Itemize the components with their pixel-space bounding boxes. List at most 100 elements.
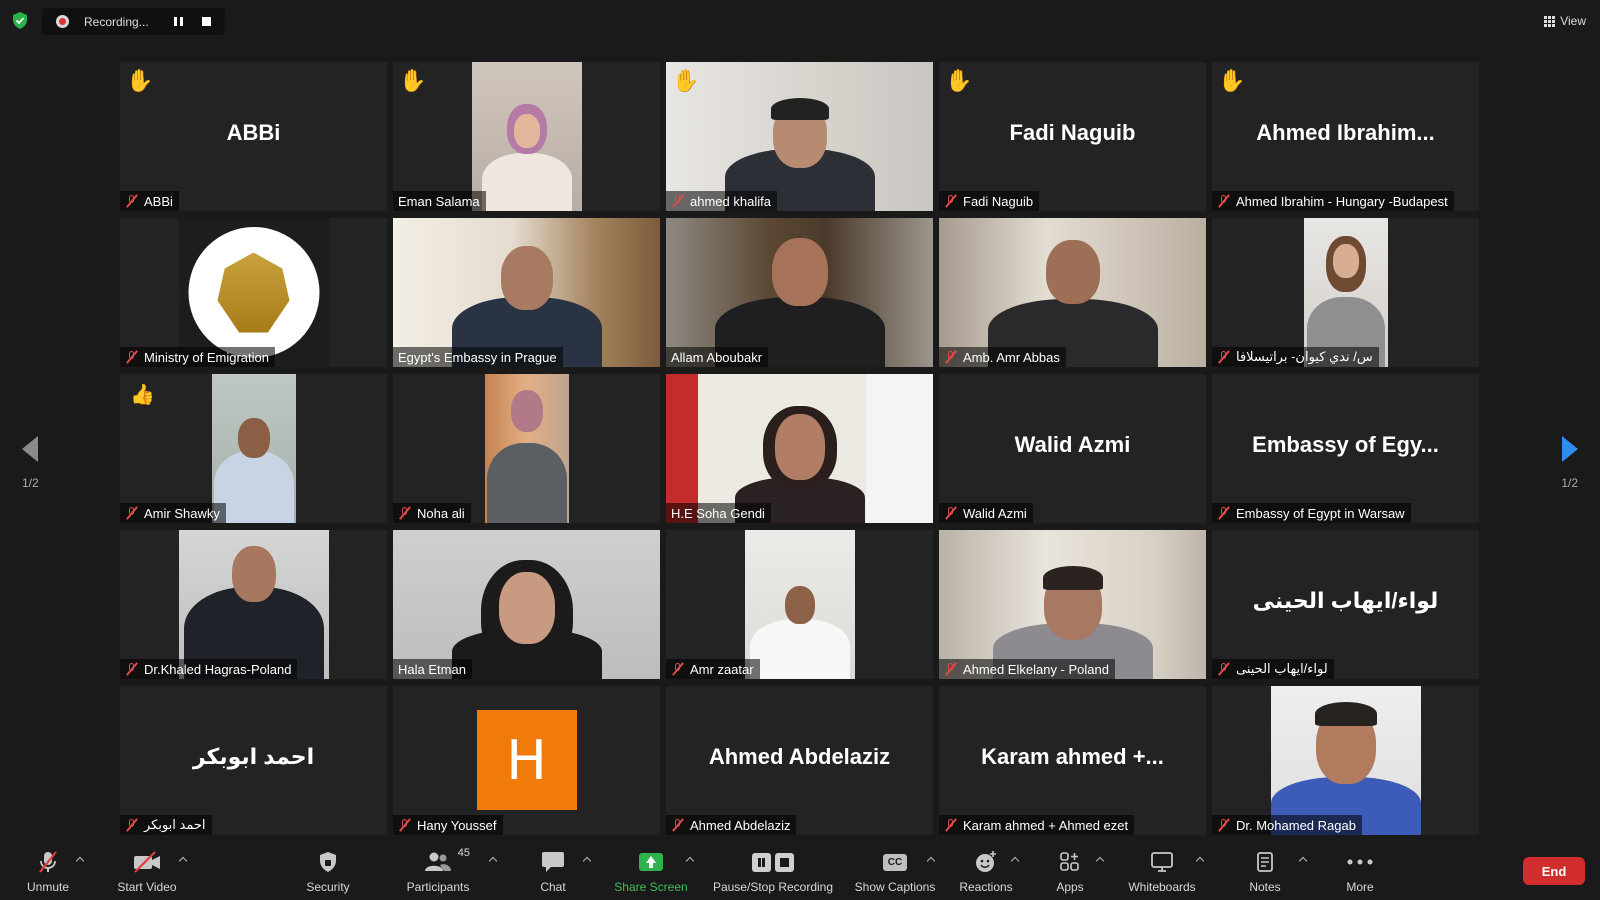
view-label: View [1560,14,1586,28]
top-bar: Recording... View [0,0,1600,42]
participant-name: Walid Azmi [963,505,1027,521]
participant-tile[interactable]: Embassy of Egy... Embassy of Egypt in Wa… [1212,374,1479,523]
show-captions-button[interactable]: CC Show Captions [850,845,940,900]
view-button[interactable]: View [1544,10,1586,32]
video-gallery: ✋ ABBi ABBi ✋ Eman Salama ✋ ahmed khalif… [120,62,1480,838]
participants-button[interactable]: 45 Participants [398,845,478,900]
participant-tile[interactable]: Walid Azmi Walid Azmi [939,374,1206,523]
participant-tile[interactable]: ✋ Fadi Naguib Fadi Naguib [939,62,1206,211]
participant-tile[interactable]: Hala Etman [393,530,660,679]
participants-options-caret[interactable] [488,855,498,865]
participant-tile[interactable]: Ahmed Abdelaziz Ahmed Abdelaziz [666,686,933,835]
participant-tile[interactable]: ✋ Eman Salama [393,62,660,211]
participant-video [178,530,329,679]
end-meeting-button[interactable]: End [1523,857,1585,885]
whiteboards-button[interactable]: Whiteboards [1122,845,1202,900]
participant-display-name: Karam ahmed +... [981,744,1164,769]
participant-name: Eman Salama [398,193,480,209]
video-options-caret[interactable] [178,855,188,865]
chat-label: Chat [540,880,566,894]
recording-indicator: Recording... [42,8,225,35]
participant-name-label: H.E Soha Gendi [666,503,771,523]
page-indicator-left: 1/2 [22,476,39,490]
participant-tile[interactable]: Egypt's Embassy in Prague [393,218,660,367]
participant-tile[interactable]: Ministry of Emigration [120,218,387,367]
participant-name: Amb. Amr Abbas [963,349,1060,365]
participant-tile[interactable]: Ahmed Elkelany - Poland [939,530,1206,679]
participant-name-label: Hala Etman [393,659,472,679]
start-video-label: Start Video [117,880,177,894]
smiley-face-icon [976,851,996,872]
pause-recording-button[interactable] [166,12,190,32]
audio-options-caret[interactable] [75,855,85,865]
participant-tile[interactable]: H Hany Youssef [393,686,660,835]
participant-video [484,374,569,523]
participant-tile[interactable]: Dr. Mohamed Ragab [1212,686,1479,835]
participant-tile[interactable]: ✋ ABBi ABBi [120,62,387,211]
participant-name-label: لواء/ايهاب الحينى [1212,659,1334,679]
participant-tile[interactable]: Amb. Amr Abbas [939,218,1206,367]
participant-name: لواء/ايهاب الحينى [1236,661,1328,676]
notes-button[interactable]: Notes [1240,845,1290,900]
notes-label: Notes [1249,880,1281,894]
participant-name-label: Karam ahmed + Ahmed ezet [939,815,1135,835]
muted-mic-icon [125,662,139,676]
chat-options-caret[interactable] [582,855,592,865]
chat-button[interactable]: Chat [528,845,578,900]
muted-mic-icon [944,662,958,676]
stop-recording-button[interactable] [194,12,218,32]
participant-name-label: Hany Youssef [393,815,503,835]
participant-video [744,530,855,679]
recording-dot-icon [56,15,69,28]
share-options-caret[interactable] [685,855,695,865]
apps-options-caret[interactable] [1095,855,1105,865]
start-video-button[interactable]: Start Video [108,845,186,900]
muted-mic-icon [671,662,685,676]
share-screen-button[interactable]: Share Screen [612,845,690,900]
participant-tile[interactable]: Allam Aboubakr [666,218,933,367]
participant-name-label: احمد ابوبكر [120,815,212,835]
participant-video [1270,686,1421,835]
apps-button[interactable]: Apps [1050,845,1090,900]
participant-name: ABBi [144,193,173,209]
participant-tile[interactable]: Amr zaatar [666,530,933,679]
participant-tile[interactable]: Dr.Khaled Hagras-Poland [120,530,387,679]
more-button[interactable]: More [1340,845,1380,900]
chat-bubble-icon [542,852,564,872]
muted-mic-icon [1217,818,1231,832]
participant-display-name: ABBi [226,120,281,145]
apps-icon [1060,852,1079,871]
muted-mic-icon [1217,350,1231,364]
participant-display-name: Ahmed Ibrahim... [1256,120,1435,145]
previous-page-arrow-icon[interactable] [16,434,46,464]
participant-name: احمد ابوبكر [144,817,206,832]
participant-video [939,530,1206,679]
participant-tile[interactable]: لواء/ايهاب الحينى لواء/ايهاب الحينى [1212,530,1479,679]
whiteboards-options-caret[interactable] [1195,855,1205,865]
reactions-options-caret[interactable] [1010,855,1020,865]
notes-options-caret[interactable] [1298,855,1308,865]
participant-tile[interactable]: Noha ali [393,374,660,523]
captions-options-caret[interactable] [926,855,936,865]
apps-label: Apps [1056,880,1084,894]
unmute-button[interactable]: Unmute [18,845,78,900]
security-shield-icon[interactable] [12,12,28,29]
next-page-arrow-icon[interactable] [1554,434,1584,464]
muted-mic-icon [944,350,958,364]
participant-tile[interactable]: 👍 Amir Shawky [120,374,387,523]
participant-name-label: Allam Aboubakr [666,347,769,367]
muted-microphone-icon [39,851,57,873]
participant-tile[interactable]: ✋ Ahmed Ibrahim... Ahmed Ibrahim - Hunga… [1212,62,1479,211]
pause-stop-recording-button[interactable]: Pause/Stop Recording [708,845,838,900]
reactions-button[interactable]: Reactions [956,845,1016,900]
participant-tile[interactable]: س/ ندي كيوان- براتيسلافا [1212,218,1479,367]
participant-video [393,530,660,679]
active-speaker-tile[interactable]: H.E Soha Gendi [666,374,933,523]
grid-view-icon [1544,15,1556,27]
participant-tile[interactable]: احمد ابوبكر احمد ابوبكر [120,686,387,835]
muted-mic-icon [1217,194,1231,208]
participant-tile[interactable]: Karam ahmed +... Karam ahmed + Ahmed eze… [939,686,1206,835]
stop-icon [201,17,211,26]
participant-tile[interactable]: ✋ ahmed khalifa [666,62,933,211]
security-button[interactable]: Security [298,845,358,900]
